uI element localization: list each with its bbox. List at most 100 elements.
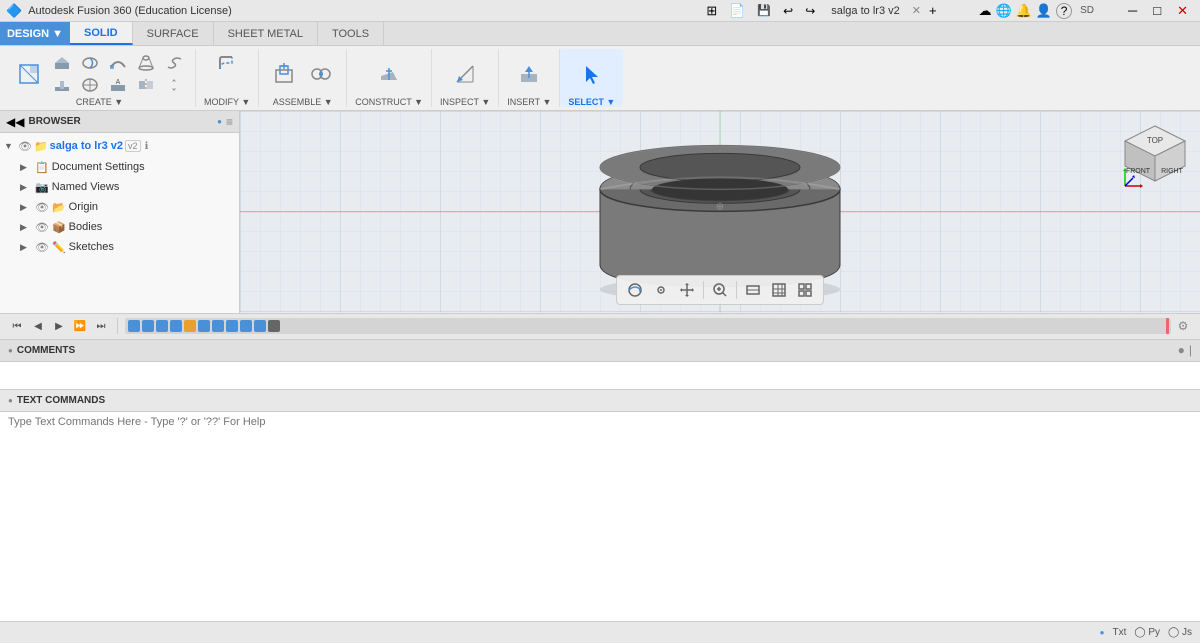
timeline-play-btn[interactable]: ▶ xyxy=(50,317,68,335)
create-sketch-btn[interactable] xyxy=(12,53,46,95)
globe-icon[interactable]: 🌐 xyxy=(996,3,1012,19)
browser-options-icon[interactable]: ≡ xyxy=(226,115,233,129)
inspect-section-label[interactable]: INSPECT ▼ xyxy=(440,97,490,107)
add-tab-icon[interactable]: + xyxy=(925,1,941,20)
fillet-btn[interactable] xyxy=(214,53,240,73)
tree-root-item[interactable]: ▼ 👁 📁 salga to lr3 v2 v2 ℹ xyxy=(0,135,239,157)
revolve-btn[interactable] xyxy=(77,53,103,73)
pan-btn[interactable] xyxy=(675,279,699,301)
ribbon-section-select: SELECT ▼ xyxy=(560,49,623,107)
timeline-next-btn[interactable]: ⏩ xyxy=(71,317,89,335)
browser-collapse-icon[interactable]: ◀◀ xyxy=(6,115,24,129)
view-cube[interactable]: TOP FRONT RIGHT xyxy=(1120,121,1190,191)
close-doc-icon[interactable]: ✕ xyxy=(912,4,921,17)
tab-surface[interactable]: SURFACE xyxy=(133,22,214,45)
named-views-arrow-icon: ▶ xyxy=(20,182,32,193)
viewport[interactable]: ⊕ TOP xyxy=(240,111,1200,313)
cloud-icon[interactable]: ☁ xyxy=(979,3,992,19)
doc-settings-arrow-icon: ▶ xyxy=(20,162,32,173)
root-eye-icon[interactable]: 👁 xyxy=(18,140,32,153)
tree-item-sketches[interactable]: ▶ 👁 ✏️ Sketches xyxy=(0,237,239,257)
user-icon[interactable]: 👤 xyxy=(1036,3,1052,19)
app-icon: 🔷 xyxy=(6,3,22,19)
sd-label: SD xyxy=(1080,5,1094,16)
bodies-arrow-icon: ▶ xyxy=(20,222,32,233)
sweep-btn[interactable] xyxy=(105,53,131,73)
text-command-input[interactable] xyxy=(8,416,1192,618)
timeline-last-btn[interactable]: ⏭ xyxy=(92,317,110,335)
assemble-section-label[interactable]: ASSEMBLE ▼ xyxy=(273,97,333,107)
insert-section-label[interactable]: INSERT ▼ xyxy=(507,97,551,107)
bodies-eye-icon[interactable]: 👁 xyxy=(35,221,49,234)
minimize-btn[interactable]: ─ xyxy=(1122,3,1143,18)
tab-solid[interactable]: SOLID xyxy=(70,22,133,45)
maximize-btn[interactable]: □ xyxy=(1147,3,1167,18)
tree-item-named-views[interactable]: ▶ 📷 Named Views xyxy=(0,177,239,197)
create-section-label[interactable]: CREATE ▼ xyxy=(76,97,123,107)
root-info-icon[interactable]: ℹ xyxy=(145,141,149,152)
rib-btn[interactable] xyxy=(49,75,75,95)
help-icon[interactable]: ? xyxy=(1056,3,1072,19)
look-at-btn[interactable] xyxy=(649,279,673,301)
orbit-btn[interactable] xyxy=(623,279,647,301)
select-section-label[interactable]: SELECT ▼ xyxy=(568,97,615,107)
view-settings-btn[interactable] xyxy=(793,279,817,301)
origin-label: Origin xyxy=(69,201,98,213)
emboss-btn[interactable]: A xyxy=(105,75,131,95)
status-py[interactable]: ◯ Py xyxy=(1134,627,1160,638)
notification-icon[interactable]: 🔔 xyxy=(1016,3,1032,19)
move-btn[interactable] xyxy=(161,75,187,95)
tab-sheet-metal[interactable]: SHEET METAL xyxy=(214,22,318,45)
tree-item-doc-settings[interactable]: ▶ 📋 Document Settings xyxy=(0,157,239,177)
timeline-track-area[interactable] xyxy=(125,318,1171,334)
modify-section-label[interactable]: MODIFY ▼ xyxy=(204,97,250,107)
status-txt[interactable]: Txt xyxy=(1112,627,1126,638)
text-input-area[interactable] xyxy=(0,411,1200,622)
apps-grid-icon[interactable]: ⊞ xyxy=(702,1,721,21)
web-btn[interactable] xyxy=(77,75,103,95)
app-title: Autodesk Fusion 360 (Education License) xyxy=(28,5,232,17)
extrude-btn[interactable] xyxy=(49,53,75,73)
doc-settings-folder-icon: 📋 xyxy=(35,161,49,174)
coil-btn[interactable] xyxy=(161,53,187,73)
new-component-btn[interactable] xyxy=(267,53,301,95)
titlebar: 🔷 Autodesk Fusion 360 (Education License… xyxy=(0,0,1200,22)
close-btn[interactable]: ✕ xyxy=(1171,3,1194,19)
insert-btn[interactable] xyxy=(512,53,546,95)
origin-eye-icon[interactable]: 👁 xyxy=(35,201,49,214)
design-dropdown[interactable]: DESIGN ▼ xyxy=(0,22,70,45)
zoom-btn[interactable] xyxy=(708,279,732,301)
redo-toolbar-icon[interactable]: ↪ xyxy=(801,2,819,20)
select-btn[interactable] xyxy=(575,53,609,95)
grid-toggle-btn[interactable] xyxy=(767,279,791,301)
sketches-label: Sketches xyxy=(69,241,114,253)
sketches-eye-icon[interactable]: 👁 xyxy=(35,241,49,254)
browser-header: ◀◀ BROWSER ● ≡ xyxy=(0,111,239,133)
ribbon-section-inspect: INSPECT ▼ xyxy=(432,49,499,107)
joint-btn[interactable] xyxy=(304,53,338,95)
comments-options-icon[interactable]: ● xyxy=(1178,343,1185,357)
construct-plane-btn[interactable] xyxy=(372,53,406,95)
timeline-settings-btn[interactable]: ⚙ xyxy=(1174,317,1192,335)
comments-body xyxy=(0,362,1200,389)
display-mode-btn[interactable] xyxy=(741,279,765,301)
tree-item-bodies[interactable]: ▶ 👁 📦 Bodies xyxy=(0,217,239,237)
mirror-component-btn[interactable] xyxy=(133,75,159,95)
document-title: salga to lr3 v2 xyxy=(823,5,907,17)
timeline-first-btn[interactable]: ⏮ xyxy=(8,317,26,335)
measure-btn[interactable] xyxy=(448,53,482,95)
status-js[interactable]: ◯ Js xyxy=(1168,627,1192,638)
undo-toolbar-icon[interactable]: ↩ xyxy=(779,2,797,20)
loft-btn[interactable] xyxy=(133,53,159,73)
doc-settings-label: Document Settings xyxy=(52,161,145,173)
tree-item-origin[interactable]: ▶ 👁 📂 Origin xyxy=(0,197,239,217)
construct-section-label[interactable]: CONSTRUCT ▼ xyxy=(355,97,423,107)
status-dot-icon: ● xyxy=(1100,628,1105,637)
ribbon-section-assemble: ASSEMBLE ▼ xyxy=(259,49,347,107)
file-icon[interactable]: 📄 xyxy=(725,1,749,21)
timeline-prev-btn[interactable]: ◀ xyxy=(29,317,47,335)
tab-tools[interactable]: TOOLS xyxy=(318,22,384,45)
root-arrow-icon: ▼ xyxy=(4,141,16,151)
comments-expand-icon[interactable]: | xyxy=(1189,343,1192,357)
save-icon[interactable]: 💾 xyxy=(753,2,775,19)
